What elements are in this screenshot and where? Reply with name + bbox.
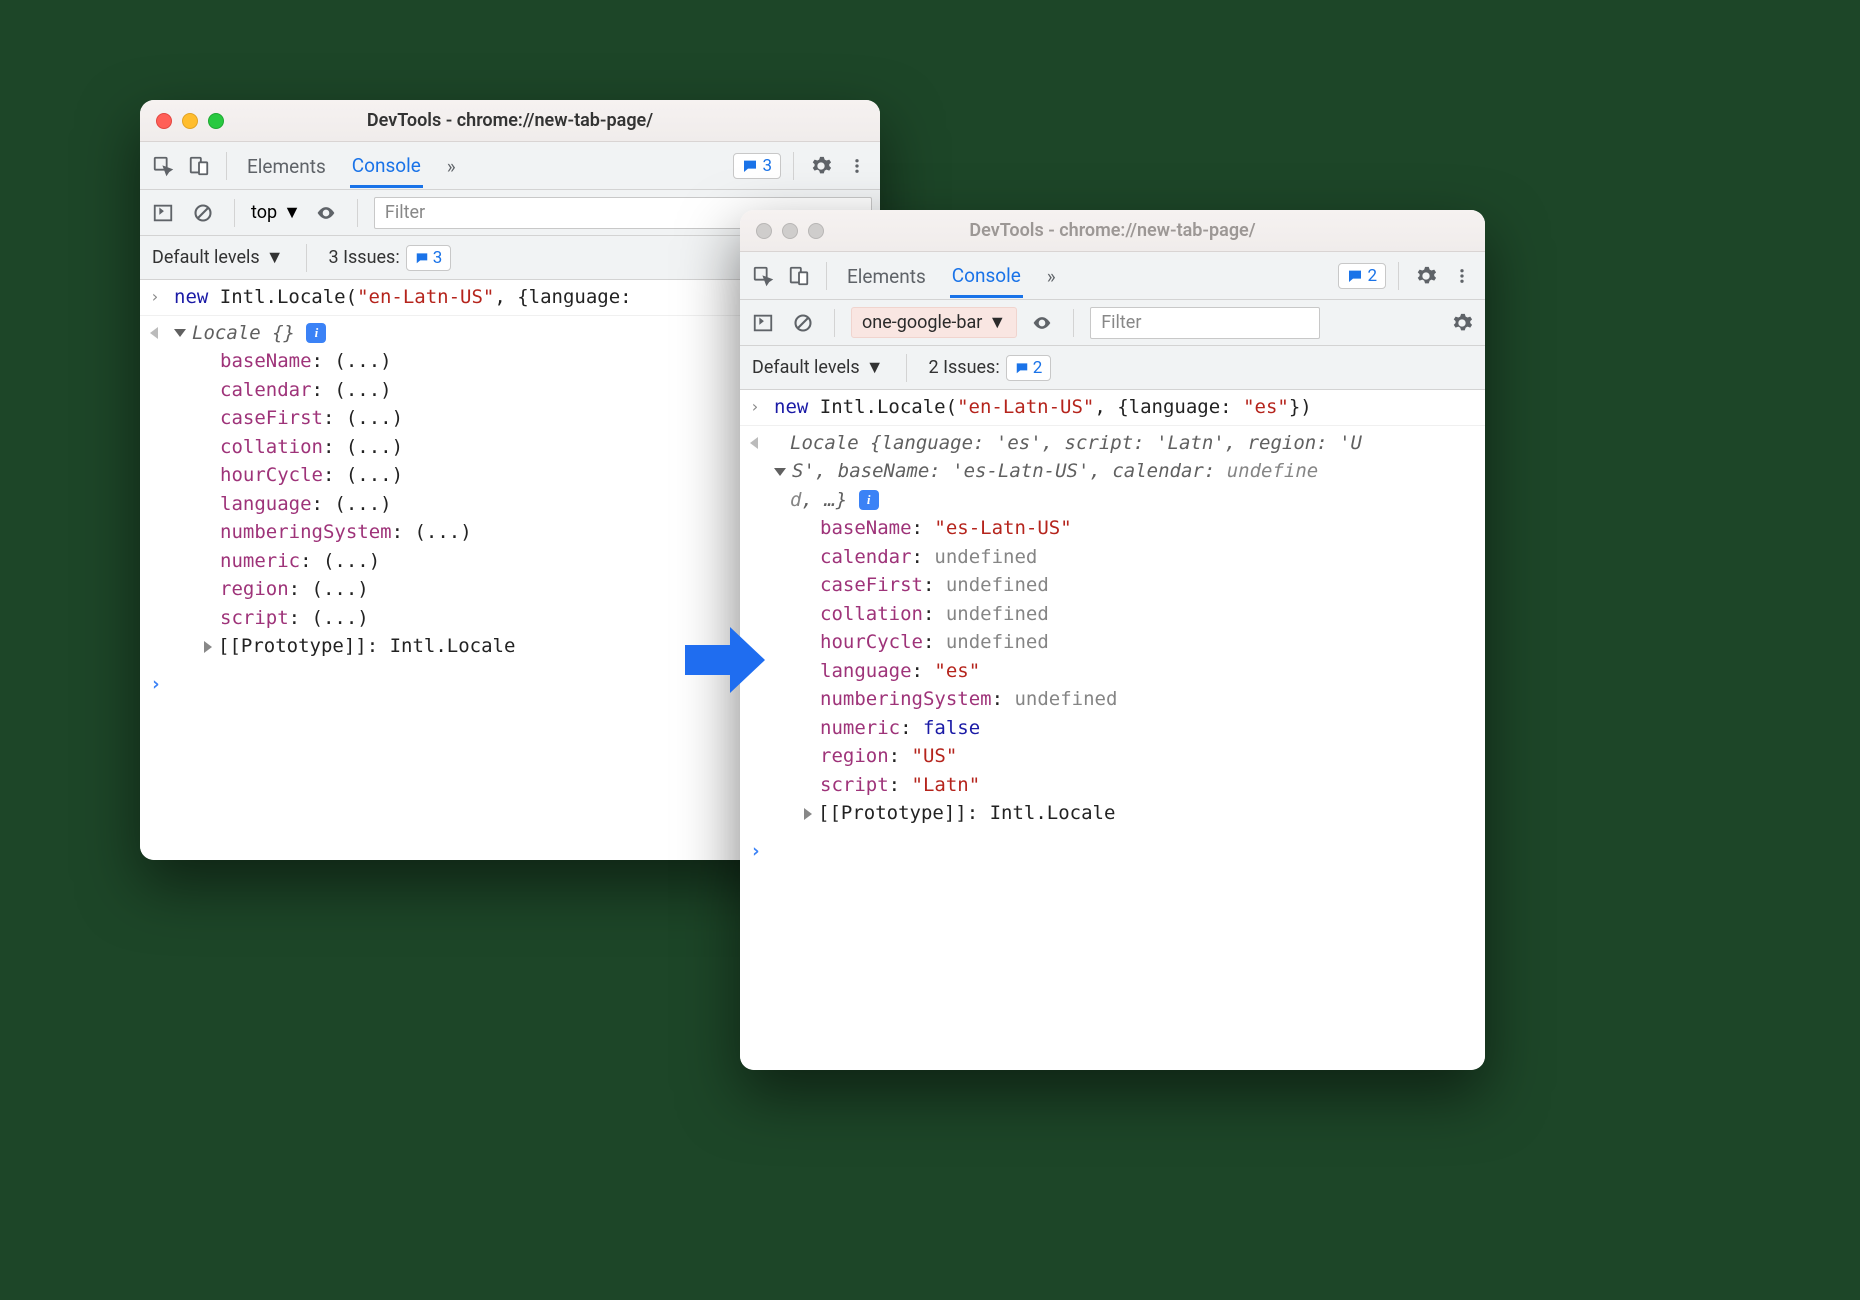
device-toggle-icon[interactable] xyxy=(784,261,814,291)
object-property[interactable]: baseName: "es-Latn-US" xyxy=(774,514,1479,543)
console-output[interactable]: › new Intl.Locale("en-Latn-US", {languag… xyxy=(740,390,1485,1070)
object-property[interactable]: numberingSystem: undefined xyxy=(774,685,1479,714)
arrow-icon xyxy=(680,620,770,700)
context-selector[interactable]: one-google-bar▼ xyxy=(851,307,1017,338)
object-property[interactable]: caseFirst: undefined xyxy=(774,571,1479,600)
minimize-icon[interactable] xyxy=(782,223,798,239)
tab-console[interactable]: Console xyxy=(350,144,423,188)
close-icon[interactable] xyxy=(156,113,172,129)
clear-console-icon[interactable] xyxy=(788,308,818,338)
tab-console[interactable]: Console xyxy=(950,254,1023,298)
object-property[interactable]: script: "Latn" xyxy=(774,771,1479,800)
tab-more[interactable]: » xyxy=(445,145,458,186)
panel-tabs: Elements Console » xyxy=(839,254,1058,298)
object-property[interactable]: hourCycle: undefined xyxy=(774,628,1479,657)
device-toggle-icon[interactable] xyxy=(184,151,214,181)
panel-tabs: Elements Console » xyxy=(239,144,458,188)
close-icon[interactable] xyxy=(756,223,772,239)
kebab-icon[interactable] xyxy=(842,151,872,181)
tab-elements[interactable]: Elements xyxy=(845,255,928,296)
kebab-icon[interactable] xyxy=(1447,261,1477,291)
zoom-icon[interactable] xyxy=(208,113,224,129)
object-property[interactable]: collation: undefined xyxy=(774,600,1479,629)
titlebar[interactable]: DevTools - chrome://new-tab-page/ xyxy=(740,210,1485,252)
tab-more[interactable]: » xyxy=(1045,255,1058,296)
console-prompt[interactable]: › xyxy=(740,831,1485,872)
inspect-icon[interactable] xyxy=(148,151,178,181)
traffic-lights[interactable] xyxy=(740,223,824,239)
filter-input[interactable]: Filter xyxy=(1090,307,1320,339)
object-property[interactable]: numeric: false xyxy=(774,714,1479,743)
object-property[interactable]: language: "es" xyxy=(774,657,1479,686)
levels-selector[interactable]: Default levels▼ xyxy=(752,357,884,378)
console-filterbar: one-google-bar▼ Filter xyxy=(740,300,1485,346)
messages-badge[interactable]: 3 xyxy=(733,153,781,179)
devtools-window-right: DevTools - chrome://new-tab-page/ Elemen… xyxy=(740,210,1485,1070)
sidebar-toggle-icon[interactable] xyxy=(748,308,778,338)
tab-elements[interactable]: Elements xyxy=(245,145,328,186)
window-title: DevTools - chrome://new-tab-page/ xyxy=(740,220,1485,241)
gear-icon[interactable] xyxy=(1447,308,1477,338)
devtools-toolbar: Elements Console » 3 xyxy=(140,142,880,190)
window-title: DevTools - chrome://new-tab-page/ xyxy=(140,110,880,131)
gear-icon[interactable] xyxy=(1411,261,1441,291)
object-property[interactable]: region: "US" xyxy=(774,742,1479,771)
clear-console-icon[interactable] xyxy=(188,198,218,228)
context-selector[interactable]: top▼ xyxy=(251,202,301,223)
info-icon[interactable]: i xyxy=(859,490,879,510)
eye-icon[interactable] xyxy=(1027,308,1057,338)
zoom-icon[interactable] xyxy=(808,223,824,239)
messages-badge[interactable]: 2 xyxy=(1338,263,1386,289)
levels-bar: Default levels▼ 2 Issues: 2 xyxy=(740,346,1485,390)
sidebar-toggle-icon[interactable] xyxy=(148,198,178,228)
info-icon[interactable]: i xyxy=(306,323,326,343)
console-result-row: Locale {language: 'es', script: 'Latn', … xyxy=(740,426,1485,831)
object-property[interactable]: calendar: undefined xyxy=(774,543,1479,572)
minimize-icon[interactable] xyxy=(182,113,198,129)
levels-selector[interactable]: Default levels▼ xyxy=(152,247,284,268)
titlebar[interactable]: DevTools - chrome://new-tab-page/ xyxy=(140,100,880,142)
traffic-lights[interactable] xyxy=(140,113,224,129)
issues-button[interactable]: 2 Issues: 2 xyxy=(929,355,1052,381)
issues-button[interactable]: 3 Issues: 3 xyxy=(329,245,452,271)
gear-icon[interactable] xyxy=(806,151,836,181)
inspect-icon[interactable] xyxy=(748,261,778,291)
devtools-toolbar: Elements Console » 2 xyxy=(740,252,1485,300)
eye-icon[interactable] xyxy=(311,198,341,228)
console-input-row: › new Intl.Locale("en-Latn-US", {languag… xyxy=(740,390,1485,426)
